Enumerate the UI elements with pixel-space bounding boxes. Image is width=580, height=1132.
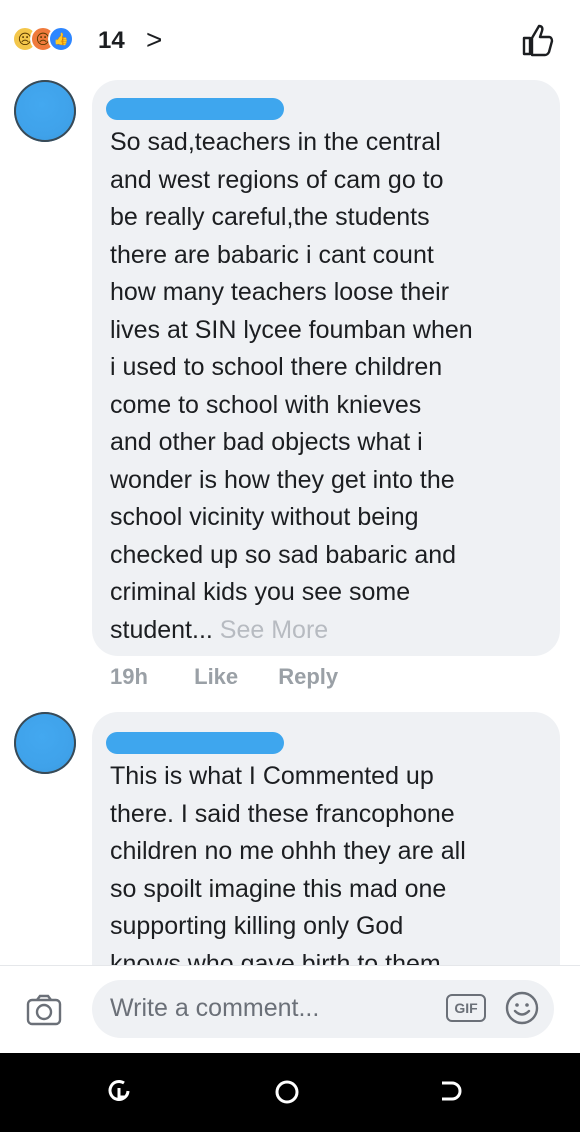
redacted-commenter-name[interactable] xyxy=(106,98,284,120)
comment-meta: 19h Like Reply xyxy=(110,664,338,690)
system-nav-bar xyxy=(0,1053,580,1132)
reactions-bar: ☹ ☹ 👍 14 > xyxy=(0,0,580,78)
gif-icon[interactable]: GIF xyxy=(446,994,486,1022)
back-icon[interactable] xyxy=(434,1077,464,1107)
home-icon[interactable] xyxy=(272,1077,302,1107)
comment-input[interactable]: Write a comment... GIF xyxy=(92,980,554,1038)
like-thumb-icon[interactable] xyxy=(520,22,556,58)
like-comment-button[interactable]: Like xyxy=(194,664,272,690)
reaction-count[interactable]: 14 xyxy=(98,27,125,55)
redacted-commenter-name[interactable] xyxy=(106,732,284,754)
like-reaction-icon: 👍 xyxy=(48,26,74,52)
comments-screen: ☹ ☹ 👍 14 > So sad,teachers in the centra… xyxy=(0,0,580,1132)
recent-apps-icon[interactable] xyxy=(104,1077,134,1107)
comment-bubble: So sad,teachers in the central and west … xyxy=(92,80,560,656)
commenter-avatar[interactable] xyxy=(14,80,76,142)
emoji-icon[interactable] xyxy=(504,990,540,1026)
comment-placeholder: Write a comment... xyxy=(110,994,320,1022)
comment-composer: Write a comment... GIF xyxy=(0,965,580,1054)
comment-text: So sad,teachers in the central and west … xyxy=(110,124,546,649)
commenter-avatar[interactable] xyxy=(14,712,76,774)
see-more-link[interactable]: See More xyxy=(213,616,328,644)
comment-text: This is what I Commented up there. I sai… xyxy=(110,762,466,978)
camera-icon[interactable] xyxy=(26,994,62,1026)
comment-time: 19h xyxy=(110,664,148,689)
comment-body: So sad,teachers in the central and west … xyxy=(110,128,473,644)
chevron-right-icon[interactable]: > xyxy=(146,24,162,56)
reply-comment-button[interactable]: Reply xyxy=(278,664,338,690)
